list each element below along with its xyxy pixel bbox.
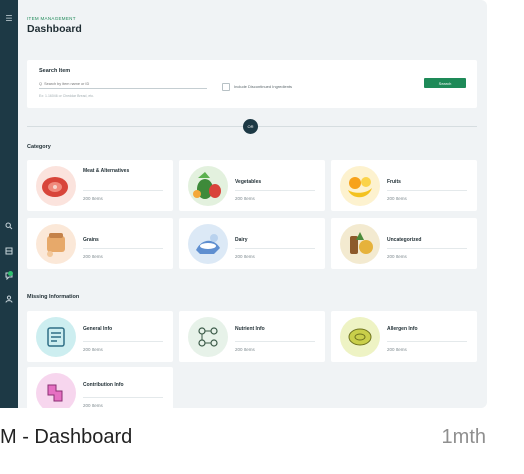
- nutrient-info-icon: [188, 317, 228, 357]
- category-card-dairy[interactable]: Dairy 200 Items: [179, 218, 325, 269]
- search-hint: Ex: 1.16046 or Cheddar Bread, etc.: [39, 94, 95, 98]
- vegetables-icon: [188, 166, 228, 206]
- uncategorized-icon: [340, 224, 380, 264]
- missing-card-nutrient-info[interactable]: Nutrient Info 200 Items: [179, 311, 325, 362]
- thumbnail-caption-title[interactable]: M - Dashboard: [0, 426, 132, 449]
- card-title: General Info: [83, 326, 113, 332]
- card-count: 200 Items: [235, 347, 255, 352]
- search-button[interactable]: Search: [424, 78, 466, 88]
- card-count: 200 Items: [235, 254, 255, 259]
- thumbnail-caption-time: 1mth: [441, 426, 486, 448]
- search-label: Search Item: [39, 68, 71, 74]
- category-card-meat[interactable]: Meat & Alternatives 200 Items: [27, 160, 173, 211]
- search-card: Search Item Ex: 1.16046 or Cheddar Bread…: [27, 60, 477, 108]
- category-card-uncategorized[interactable]: Uncategorized 200 Items: [331, 218, 477, 269]
- dashboard-thumbnail[interactable]: ☰ ITEM MANAGEMENT Dashboard Search Item …: [0, 0, 487, 408]
- card-divider: [387, 341, 467, 342]
- search-icon[interactable]: [3, 222, 15, 232]
- page-title: Dashboard: [27, 23, 82, 35]
- missing-info-heading: Missing Information: [27, 294, 80, 300]
- menu-icon[interactable]: ☰: [3, 14, 15, 24]
- dairy-icon: [188, 224, 228, 264]
- card-divider: [235, 341, 315, 342]
- card-title: Nutrient Info: [235, 326, 265, 332]
- card-count: 200 Items: [387, 347, 407, 352]
- list-icon[interactable]: [3, 247, 15, 257]
- card-title: Grains: [83, 237, 99, 243]
- missing-card-contribution-info[interactable]: Contribution Info 200 Items: [27, 367, 173, 408]
- card-divider: [235, 248, 315, 249]
- card-title: Contribution Info: [83, 382, 124, 388]
- card-count: 200 Items: [83, 196, 103, 201]
- search-input[interactable]: [39, 80, 207, 89]
- card-count: 200 Items: [387, 254, 407, 259]
- card-count: 200 Items: [83, 347, 103, 352]
- card-title: Uncategorized: [387, 237, 422, 243]
- card-title: Fruits: [387, 179, 401, 185]
- card-title: Vegetables: [235, 179, 262, 185]
- contribution-info-icon: [36, 373, 76, 408]
- notification-badge: [8, 271, 13, 276]
- main-content: ITEM MANAGEMENT Dashboard Search Item Ex…: [18, 0, 487, 408]
- discontinued-checkbox[interactable]: [222, 83, 230, 91]
- card-title: Dairy: [235, 237, 248, 243]
- meat-icon: [36, 166, 76, 206]
- card-divider: [387, 190, 467, 191]
- missing-card-general-info[interactable]: General Info 200 Items: [27, 311, 173, 362]
- missing-card-allergen-info[interactable]: Allergen Info 200 Items: [331, 311, 477, 362]
- card-count: 200 Items: [235, 196, 255, 201]
- category-card-fruits[interactable]: Fruits 200 Items: [331, 160, 477, 211]
- card-count: 200 Items: [83, 254, 103, 259]
- card-count: 200 Items: [387, 196, 407, 201]
- category-card-grains[interactable]: Grains 200 Items: [27, 218, 173, 269]
- allergen-info-icon: [340, 317, 380, 357]
- card-title: Allergen Info: [387, 326, 418, 332]
- fruits-icon: [340, 166, 380, 206]
- page-eyebrow: ITEM MANAGEMENT: [27, 16, 76, 21]
- category-card-vegetables[interactable]: Vegetables 200 Items: [179, 160, 325, 211]
- card-count: 200 Items: [83, 403, 103, 408]
- general-info-icon: [36, 317, 76, 357]
- grains-icon: [36, 224, 76, 264]
- card-divider: [235, 190, 315, 191]
- card-divider: [83, 397, 163, 398]
- card-divider: [83, 248, 163, 249]
- category-heading: Category: [27, 144, 51, 150]
- card-divider: [83, 190, 163, 191]
- discontinued-label: Include Discontinued Ingredients: [234, 84, 293, 89]
- card-divider: [83, 341, 163, 342]
- or-toggle-button[interactable]: OR: [243, 119, 258, 134]
- card-title: Meat & Alternatives: [83, 168, 130, 174]
- card-divider: [387, 248, 467, 249]
- left-sidebar: ☰: [0, 0, 18, 408]
- user-icon[interactable]: [3, 295, 15, 305]
